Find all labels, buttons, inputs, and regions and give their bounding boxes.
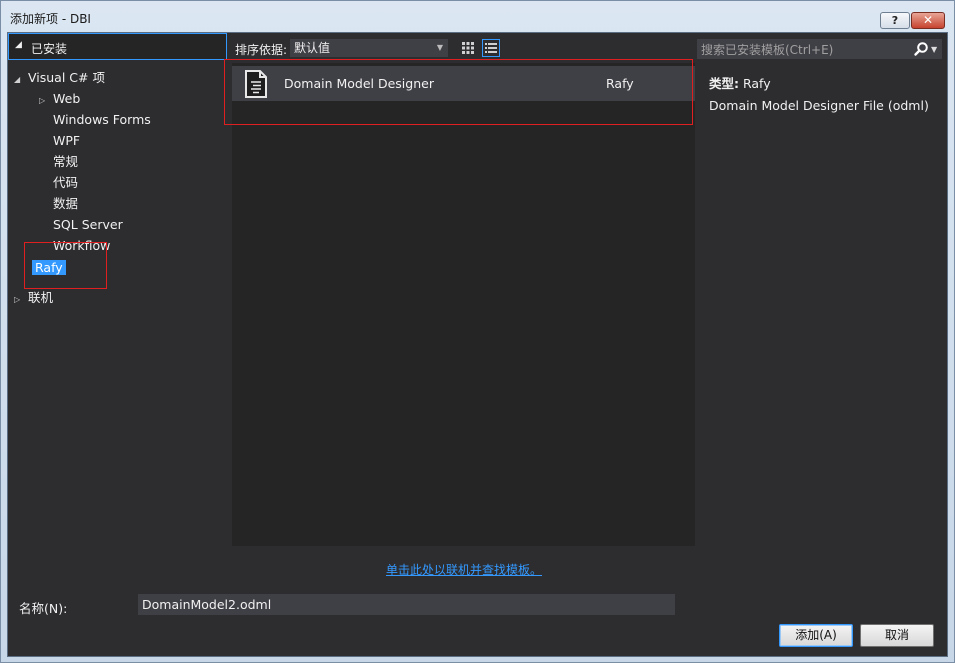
category-tree: ◢ Visual C# 项 ▷ Web Windows Forms WPF 常规 代… — [8, 60, 227, 587]
tree-item-label: Windows Forms — [53, 112, 151, 127]
installed-label: 已安装 — [31, 42, 68, 56]
close-button[interactable]: ✕ — [911, 12, 945, 29]
tree-item-web[interactable]: ▷ Web — [39, 90, 80, 108]
collapsed-arrow-icon[interactable]: ▷ — [14, 291, 28, 309]
tree-item-online[interactable]: ▷ 联机 — [14, 289, 53, 307]
search-input[interactable] — [697, 39, 913, 61]
help-button[interactable]: ? — [880, 12, 910, 29]
tree-item-label: 代码 — [53, 175, 79, 190]
add-new-item-dialog: 添加新项 - DBI ? ✕ ◢ 已安装 ◢ Visual C# 项 ▷ Web W… — [0, 0, 955, 663]
find-templates-online-link[interactable]: 单击此处以联机并查找模板。 — [386, 561, 542, 578]
grid-view-icon[interactable] — [459, 39, 477, 57]
tree-item-wpf[interactable]: WPF — [53, 132, 80, 150]
dialog-client-area: ◢ 已安装 ◢ Visual C# 项 ▷ Web Windows Forms WP… — [7, 32, 948, 657]
template-description: Domain Model Designer File (odml) — [709, 98, 929, 113]
collapse-triangle-icon: ◢ — [15, 40, 22, 50]
cancel-button[interactable]: 取消 — [860, 624, 934, 647]
tree-item-windows-forms[interactable]: Windows Forms — [53, 111, 151, 129]
search-box[interactable]: ▼ — [697, 39, 942, 61]
expanded-arrow-icon[interactable]: ◢ — [14, 71, 28, 89]
sort-value: 默认值 — [294, 41, 331, 55]
tree-item-label: 常规 — [53, 154, 79, 169]
search-options-arrow-icon[interactable]: ▼ — [931, 40, 937, 60]
tree-item-label: 数据 — [53, 196, 79, 211]
tree-item-code[interactable]: 代码 — [53, 174, 78, 192]
tree-item-data[interactable]: 数据 — [53, 195, 78, 213]
sort-dropdown[interactable]: 默认值 ▼ — [290, 39, 448, 57]
template-list: Domain Model Designer Rafy — [232, 63, 695, 546]
tree-item-sql-server[interactable]: SQL Server — [53, 216, 123, 234]
dropdown-arrow-icon: ▼ — [436, 43, 443, 52]
name-label: 名称(N): — [19, 601, 68, 616]
type-row: 类型: Rafy — [709, 73, 771, 92]
tree-item-label: Visual C# 项 — [28, 70, 105, 85]
tree-item-label: WPF — [53, 133, 81, 148]
tree-item-general[interactable]: 常规 — [53, 153, 78, 171]
search-icon[interactable] — [913, 41, 929, 57]
annotation-highlight-rafy — [24, 242, 107, 289]
sort-toolbar: 排序依据: 默认值 ▼ — [227, 33, 697, 60]
type-value: Rafy — [742, 76, 771, 91]
type-key: 类型: — [709, 76, 739, 91]
list-view-icon[interactable] — [482, 39, 500, 57]
installed-header[interactable]: ◢ 已安装 — [8, 33, 227, 60]
title-bar: 添加新项 - DBI ? ✕ — [1, 1, 954, 31]
tree-item-label: Web — [53, 91, 81, 106]
window-title: 添加新项 - DBI — [10, 12, 91, 26]
annotation-highlight-template — [224, 59, 693, 125]
tree-item-label: SQL Server — [53, 217, 123, 232]
tree-item-visual-csharp[interactable]: ◢ Visual C# 项 — [14, 69, 105, 87]
sort-label: 排序依据: — [235, 43, 288, 57]
tree-item-label: 联机 — [28, 290, 54, 305]
collapsed-arrow-icon[interactable]: ▷ — [39, 92, 53, 110]
add-button[interactable]: 添加(A) — [779, 624, 853, 647]
name-field[interactable] — [138, 594, 675, 615]
